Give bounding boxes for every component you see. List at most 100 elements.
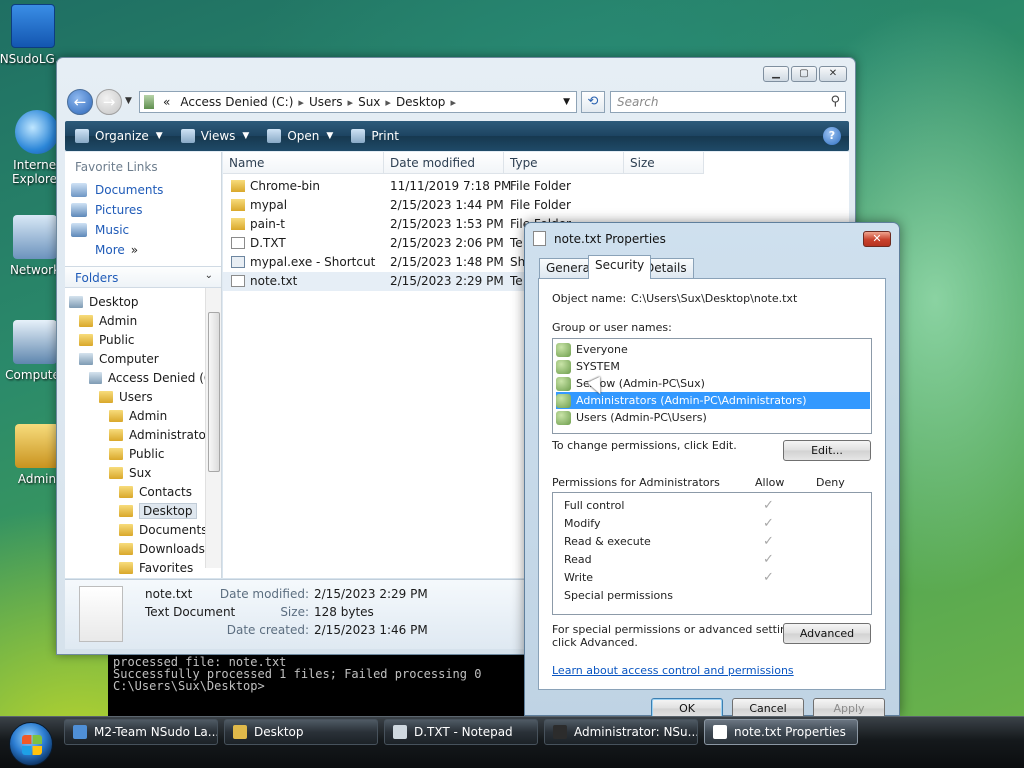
group-user-name: SYSTEM [576,360,620,373]
views-button[interactable]: Views ▼ [180,129,249,143]
tree-item[interactable]: Admin [65,311,221,330]
file-name-cell: Chrome-bin [231,179,383,193]
maximize-button[interactable]: ▢ [791,66,817,82]
open-button[interactable]: Open ▼ [267,129,333,143]
organize-button[interactable]: Organize ▼ [75,129,163,143]
breadcrumb-sux[interactable]: Sux [353,95,385,109]
tree-item-label: Public [99,332,135,347]
computer-icon [69,295,83,308]
taskbar-button-label: M2-Team NSudo La... [94,725,218,739]
start-button[interactable] [9,722,53,766]
user-folder-icon [15,424,59,468]
close-button[interactable]: ✕ [819,66,847,82]
search-input[interactable]: Search ⚲ [610,91,846,113]
address-bar[interactable]: « Access Denied (C:) ▸ Users ▸ Sux ▸ Deskto… [139,91,577,113]
tree-item[interactable]: Access Denied (C:) [65,368,221,387]
tree-item[interactable]: Downloads [65,539,221,558]
file-row[interactable]: Chrome-bin 11/11/2019 7:18 PM File Folder [223,177,849,196]
details-created-value: 2/15/2023 1:46 PM [314,623,428,637]
permission-name: Special permissions [564,589,673,602]
file-name: Chrome-bin [250,179,320,193]
taskbar-button[interactable]: note.txt Properties [704,719,858,745]
file-type: File Folder [510,198,571,212]
favorite-documents[interactable]: Documents [65,180,221,200]
address-row: ← → ▼ « Access Denied (C:) ▸ Users ▸ Sux ▸ … [65,88,849,116]
taskbar-button[interactable]: M2-Team NSudo La... [64,719,218,745]
permission-row: Read & execute ✓ [564,534,864,553]
computer-icon [89,371,102,384]
file-name: D.TXT [250,236,286,250]
edit-button[interactable]: Edit... [783,440,871,461]
tree-item[interactable]: Computer [65,349,221,368]
column-size[interactable]: Size [624,152,704,174]
chevron-right-icon[interactable]: ▸ [450,96,456,109]
favorite-label: More [95,243,125,257]
file-row[interactable]: mypal 2/15/2023 1:44 PM File Folder [223,196,849,215]
tree-item[interactable]: Admin [65,406,221,425]
taskbar-button[interactable]: Desktop [224,719,378,745]
breadcrumb-users[interactable]: Users [304,95,348,109]
details-created-label: Date created: [226,623,309,637]
folder-icon [119,485,133,498]
desktop-icon-nsudo[interactable]: NSudoLG... [0,4,68,66]
taskbar-button[interactable]: Administrator: NSu... [544,719,698,745]
taskbar-button[interactable]: D.TXT - Notepad [384,719,538,745]
group-user-name: Users (Admin-PC\Users) [576,411,707,424]
scrollbar-thumb[interactable] [208,312,220,472]
deny-column-label: Deny [816,476,845,489]
users-icon [556,393,571,408]
console-prompt: C:\Users\Sux\Desktop> [113,679,265,693]
tree-item[interactable]: Documents [65,520,221,539]
users-icon [556,410,571,425]
allow-check-icon: ✓ [763,570,774,585]
tree-item[interactable]: Administrator [65,425,221,444]
column-type[interactable]: Type [504,152,624,174]
column-date-modified[interactable]: Date modified [384,152,504,174]
minimize-button[interactable]: ▁ [763,66,789,82]
group-user-item[interactable]: SYSTEM [556,358,870,375]
help-icon[interactable]: ? [823,127,841,145]
allow-check-icon: ✓ [763,516,774,531]
breadcrumb-drive[interactable]: Access Denied (C:) [175,95,298,109]
address-dropdown-icon[interactable]: ▼ [563,97,570,107]
learn-more-link[interactable]: Learn about access control and permissio… [552,664,794,677]
close-button[interactable]: ✕ [863,231,891,247]
tree-item[interactable]: Desktop [65,501,221,520]
tree-scrollbar[interactable] [205,288,221,568]
recent-pages-dropdown[interactable]: ▼ [125,96,132,106]
search-icon[interactable]: ⚲ [830,94,840,109]
tree-item[interactable]: Sux [65,463,221,482]
print-button[interactable]: Print [351,129,399,143]
folders-header[interactable]: Folders ⌄ [65,266,221,288]
advanced-button[interactable]: Advanced [783,623,871,644]
tree-item[interactable]: Users [65,387,221,406]
tree-item-label: Downloads [139,541,205,556]
tree-item[interactable]: Desktop [65,292,221,311]
back-button[interactable]: ← [67,89,93,115]
navigation-pane: Favorite Links Documents Pictures Music … [65,152,222,578]
documents-icon [71,183,87,197]
users-icon [556,376,571,391]
group-user-item[interactable]: Administrators (Admin-PC\Administrators) [556,392,870,409]
refresh-button[interactable]: ⟲ [581,91,605,113]
search-placeholder: Search [617,95,659,109]
text-document-icon [79,586,123,642]
favorite-label: Music [95,223,130,237]
group-user-item[interactable]: Users (Admin-PC\Users) [556,409,870,426]
folder-icon [119,561,133,574]
group-user-item[interactable]: Everyone [556,341,870,358]
text-file-icon [533,231,546,246]
tab-security[interactable]: Security [588,255,652,279]
tree-item[interactable]: Favorites [65,558,221,577]
tree-item[interactable]: Public [65,444,221,463]
forward-button[interactable]: → [96,89,122,115]
favorite-music[interactable]: Music [65,220,221,240]
tree-item[interactable]: Contacts [65,482,221,501]
column-name[interactable]: Name [223,152,384,174]
tree-item[interactable]: Public [65,330,221,349]
console-window[interactable]: processed file: note.txt Successfully pr… [108,655,528,716]
breadcrumb-root[interactable]: « [158,95,175,109]
favorite-more[interactable]: More » [65,240,221,260]
breadcrumb-desktop[interactable]: Desktop [391,95,451,109]
favorite-pictures[interactable]: Pictures [65,200,221,220]
